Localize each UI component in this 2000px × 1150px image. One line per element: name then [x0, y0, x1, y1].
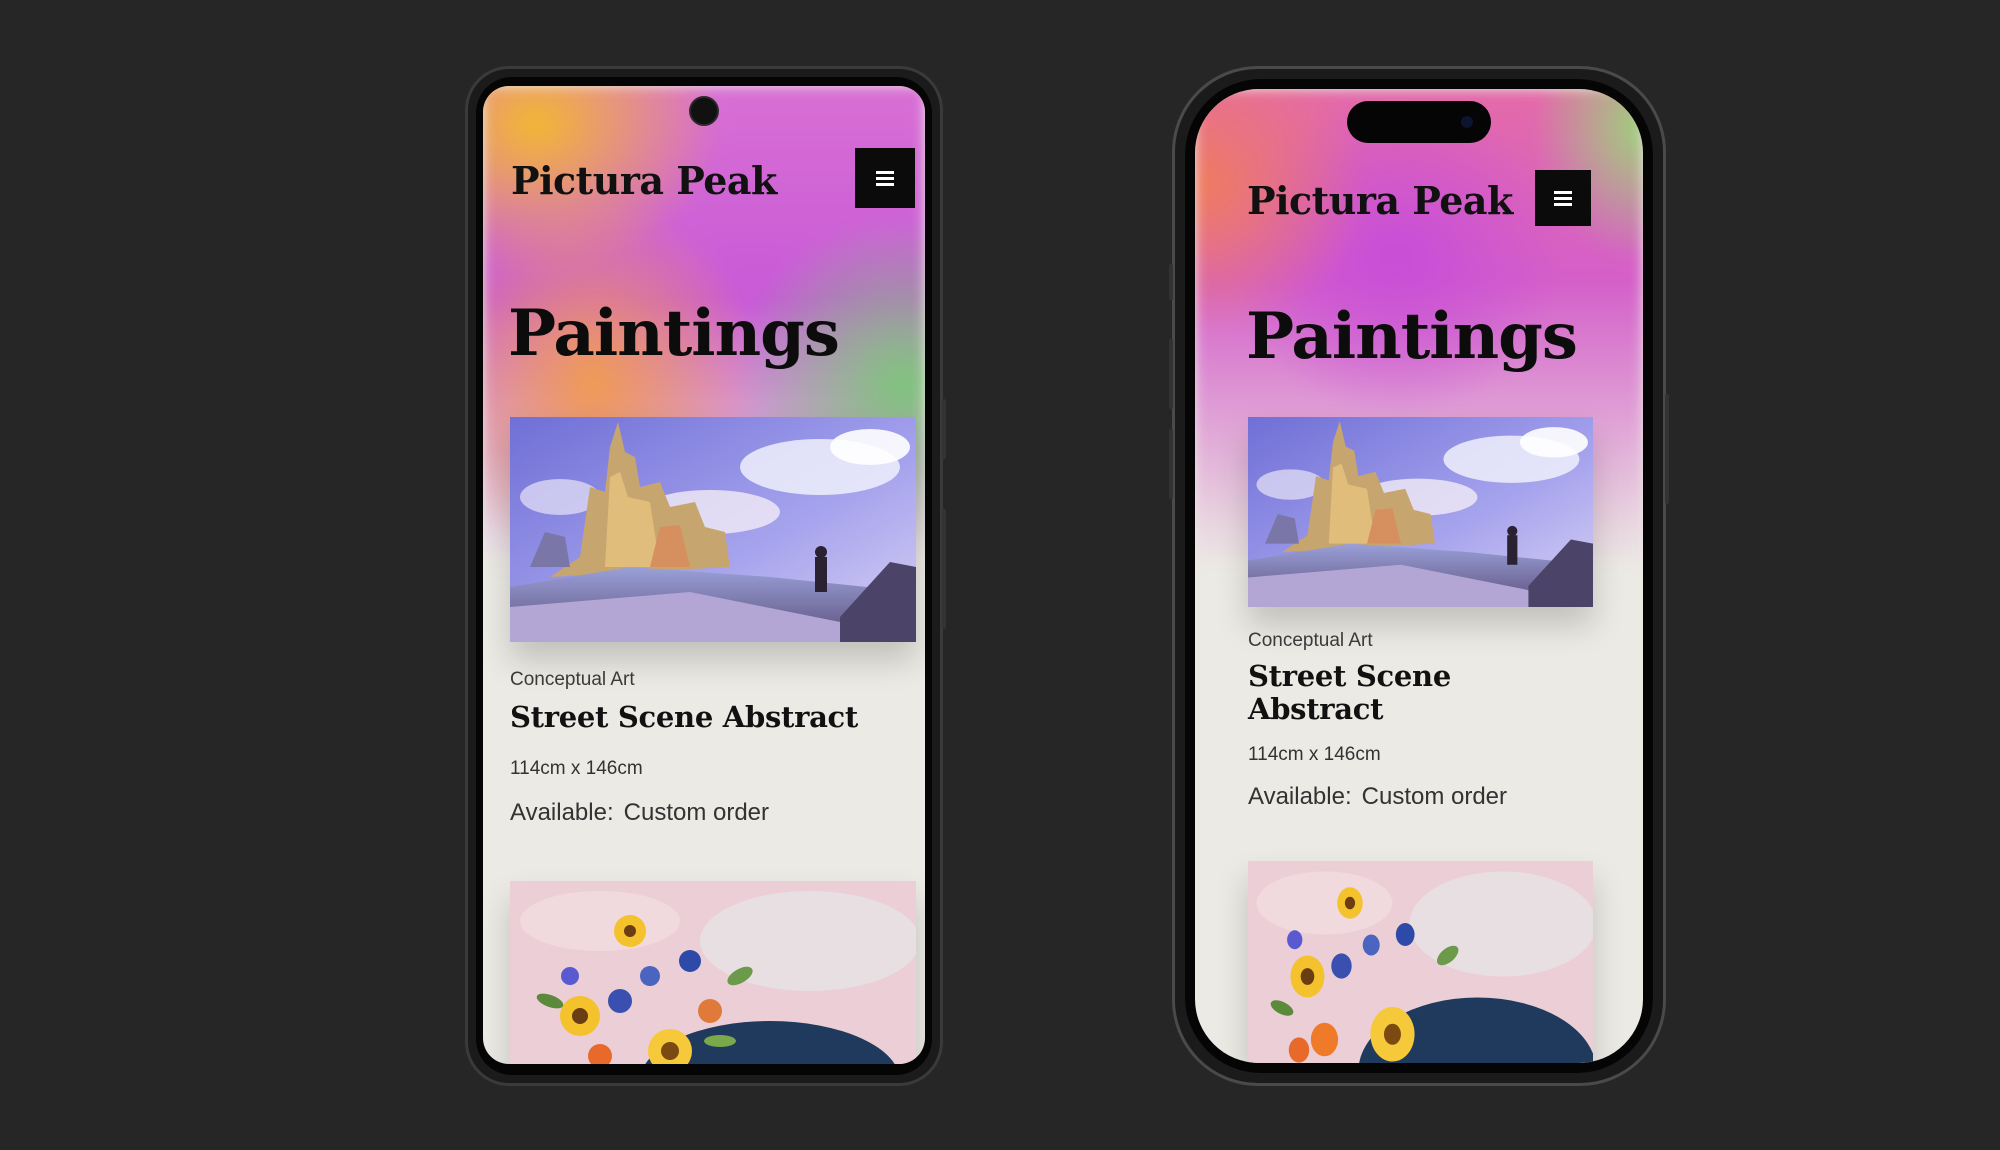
brand-logo[interactable]: Pictura Peak	[1247, 178, 1513, 223]
side-button	[1665, 394, 1669, 504]
availability-label: Available:	[510, 799, 614, 826]
phone-screen: Pictura Peak Paintings Conceptual Art St…	[1195, 89, 1643, 1063]
brand-logo[interactable]: Pictura Peak	[511, 158, 777, 203]
menu-button[interactable]	[855, 148, 915, 208]
castle-landscape-painting	[1248, 417, 1593, 607]
artwork-title[interactable]: Street Scene Abstract	[1248, 660, 1508, 726]
artwork-dimensions: 114cm x 146cm	[510, 758, 643, 779]
artwork-category: Conceptual Art	[1248, 630, 1373, 651]
menu-button[interactable]	[1535, 170, 1591, 226]
volume-up-button	[1169, 339, 1173, 409]
volume-down-button	[1169, 429, 1173, 499]
artwork-title[interactable]: Street Scene Abstract	[510, 700, 858, 734]
artwork-image[interactable]	[1248, 861, 1593, 1063]
castle-landscape-painting	[510, 417, 916, 642]
power-button	[942, 509, 946, 629]
artwork-availability: Available: Custom order	[510, 799, 769, 827]
artwork-image[interactable]	[510, 417, 916, 642]
artwork-category: Conceptual Art	[510, 669, 635, 690]
phone-screen: Pictura Peak Paintings Conceptual Art St…	[483, 86, 925, 1064]
flower-bouquet-painting	[1248, 861, 1593, 1063]
page-title: Paintings	[1246, 299, 1578, 374]
artwork-image[interactable]	[510, 881, 916, 1064]
artwork-image[interactable]	[1248, 417, 1593, 607]
availability-value: Custom order	[1361, 783, 1508, 810]
artwork-availability: Available: Custom order	[1248, 783, 1507, 811]
hamburger-menu-icon	[876, 170, 894, 186]
page-title: Paintings	[508, 296, 840, 371]
hamburger-menu-icon	[1554, 190, 1572, 206]
iphone-mockup: Pictura Peak Paintings Conceptual Art St…	[1169, 66, 1669, 1086]
action-button	[1169, 264, 1173, 300]
availability-value: Custom order	[623, 799, 770, 826]
front-camera	[689, 96, 719, 126]
flower-bouquet-painting	[510, 881, 916, 1064]
availability-label: Available:	[1248, 783, 1352, 810]
android-phone-mockup: Pictura Peak Paintings Conceptual Art St…	[465, 66, 946, 1086]
dynamic-island	[1347, 101, 1491, 143]
artwork-dimensions: 114cm x 146cm	[1248, 744, 1381, 765]
volume-button	[942, 399, 946, 459]
